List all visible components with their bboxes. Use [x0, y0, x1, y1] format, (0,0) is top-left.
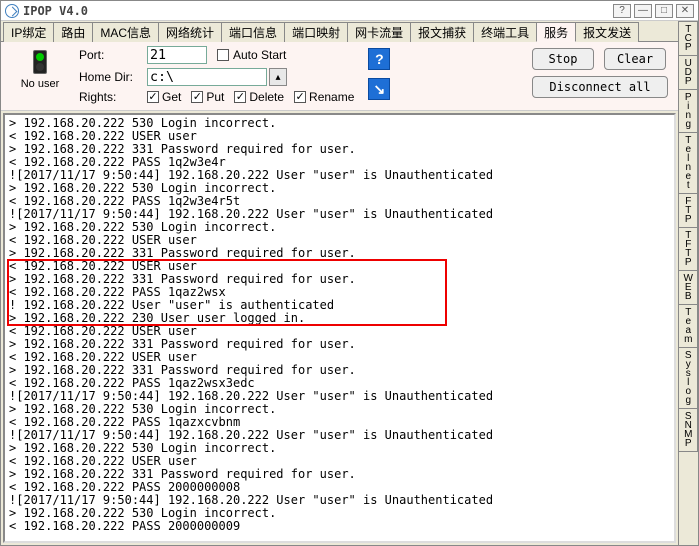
rights-label: Rights: [73, 90, 143, 104]
auto-start-label: Auto Start [233, 48, 286, 62]
rights-put-label: Put [206, 90, 224, 104]
side-tab-strip: TCPUDPPingTelnetFTPTFTPWEBTeamSyslogSNMP [678, 21, 698, 545]
minimize-button[interactable]: — [634, 4, 652, 18]
browse-button[interactable]: ▴ [269, 68, 287, 86]
top-tab-8[interactable]: 终端工具 [473, 22, 537, 42]
top-tab-1[interactable]: 路由 [53, 22, 93, 42]
side-tab-syslog[interactable]: Syslog [679, 347, 698, 409]
side-tab-telnet[interactable]: Telnet [679, 132, 698, 194]
homedir-input[interactable] [147, 68, 267, 86]
arrow-icon[interactable]: ↘ [368, 78, 390, 100]
top-tab-4[interactable]: 端口信息 [221, 22, 285, 42]
log-output[interactable]: > 192.168.20.222 530 Login incorrect. < … [3, 113, 676, 543]
disconnect-all-button[interactable]: Disconnect all [532, 76, 668, 98]
window-buttons: ? — □ ✕ [613, 4, 694, 18]
rights-get-checkbox[interactable] [147, 91, 159, 103]
side-tab-team[interactable]: Team [679, 304, 698, 348]
rights-rename-checkbox[interactable] [294, 91, 306, 103]
clear-button[interactable]: Clear [604, 48, 666, 70]
top-tab-7[interactable]: 报文捕获 [410, 22, 474, 42]
stop-button[interactable]: Stop [532, 48, 594, 70]
auto-start-checkbox[interactable] [217, 49, 229, 61]
top-tab-0[interactable]: IP绑定 [3, 22, 54, 42]
side-tab-web[interactable]: WEB [679, 270, 698, 305]
side-tab-snmp[interactable]: SNMP [679, 408, 698, 452]
top-tab-5[interactable]: 端口映射 [284, 22, 348, 42]
rights-delete-checkbox[interactable] [234, 91, 246, 103]
top-tab-9[interactable]: 服务 [536, 22, 576, 42]
side-tab-udp[interactable]: UDP [679, 55, 698, 90]
maximize-button[interactable]: □ [655, 4, 673, 18]
top-tab-3[interactable]: 网络统计 [158, 22, 222, 42]
side-tab-tftp[interactable]: TFTP [679, 227, 698, 271]
rights-delete-label: Delete [249, 90, 284, 104]
side-tab-ftp[interactable]: FTP [679, 193, 698, 228]
top-tab-10[interactable]: 报文发送 [575, 22, 639, 42]
status-light-icon [33, 50, 47, 74]
side-tab-tcp[interactable]: TCP [679, 21, 698, 56]
rights-get-label: Get [162, 90, 181, 104]
port-label: Port: [73, 48, 143, 62]
top-tab-6[interactable]: 网卡流量 [347, 22, 411, 42]
side-tab-ping[interactable]: Ping [679, 89, 698, 133]
top-tab-row: IP绑定路由MAC信息网络统计端口信息端口映射网卡流量报文捕获终端工具服务报文发… [1, 21, 678, 42]
app-title: IPOP V4.0 [23, 4, 613, 18]
rights-rename-label: Rename [309, 90, 354, 104]
status-label: No user [21, 78, 60, 90]
help-icon[interactable]: ? [368, 48, 390, 70]
port-input[interactable] [147, 46, 207, 64]
rights-put-checkbox[interactable] [191, 91, 203, 103]
control-panel: No user Port: Auto Start Home Dir: ▴ Rig [1, 42, 678, 111]
close-button[interactable]: ✕ [676, 4, 694, 18]
app-icon [5, 4, 19, 18]
title-bar: IPOP V4.0 ? — □ ✕ [1, 1, 698, 21]
top-tab-2[interactable]: MAC信息 [92, 22, 159, 42]
help-button[interactable]: ? [613, 4, 631, 18]
homedir-label: Home Dir: [73, 70, 143, 84]
